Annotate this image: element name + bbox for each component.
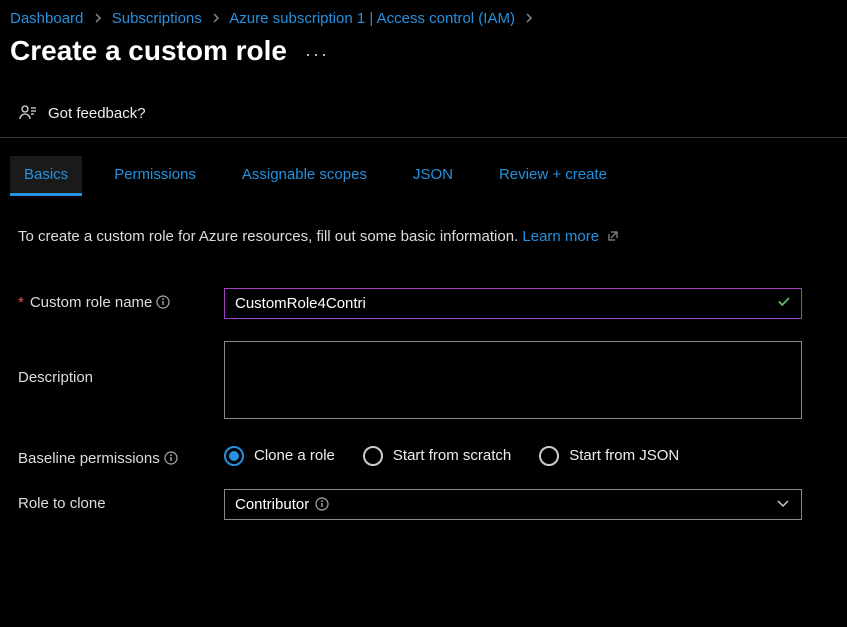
feedback-icon: [18, 103, 38, 123]
feedback-bar[interactable]: Got feedback?: [0, 85, 847, 138]
title-row: Create a custom role ···: [0, 33, 847, 85]
label-role-to-clone: Role to clone: [18, 489, 224, 512]
info-icon[interactable]: [164, 451, 178, 465]
radio-start-json-label: Start from JSON: [569, 447, 679, 464]
role-to-clone-select[interactable]: Contributor: [224, 489, 802, 520]
radio-icon: [363, 446, 383, 466]
external-link-icon: [607, 229, 619, 246]
chevron-right-icon: [212, 12, 220, 26]
page-title: Create a custom role: [10, 35, 287, 67]
tab-review-create[interactable]: Review + create: [485, 156, 621, 196]
label-baseline-text: Baseline permissions: [18, 450, 160, 467]
learn-more-link[interactable]: Learn more: [522, 228, 599, 245]
label-role-name: * Custom role name: [18, 288, 224, 311]
role-to-clone-select-wrap: Contributor: [224, 489, 802, 520]
feedback-label: Got feedback?: [48, 105, 146, 122]
breadcrumb-access-control[interactable]: Azure subscription 1 | Access control (I…: [229, 10, 515, 27]
chevron-right-icon: [94, 12, 102, 26]
form-area: * Custom role name Description: [18, 288, 829, 520]
radio-start-scratch[interactable]: Start from scratch: [363, 446, 511, 466]
intro-text: To create a custom role for Azure resour…: [18, 228, 829, 246]
info-icon[interactable]: [156, 295, 170, 309]
checkmark-icon: [776, 294, 792, 313]
radio-clone-role-label: Clone a role: [254, 447, 335, 464]
more-options-button[interactable]: ···: [305, 38, 329, 65]
role-name-input-wrap: [224, 288, 802, 319]
tab-permissions[interactable]: Permissions: [100, 156, 210, 196]
label-description-text: Description: [18, 369, 93, 386]
breadcrumb-subscriptions[interactable]: Subscriptions: [112, 10, 202, 27]
required-star-icon: *: [18, 294, 24, 311]
tab-json[interactable]: JSON: [399, 156, 467, 196]
radio-start-json[interactable]: Start from JSON: [539, 446, 679, 466]
description-input[interactable]: [224, 341, 802, 419]
role-name-input[interactable]: [224, 288, 802, 319]
tab-assignable-scopes[interactable]: Assignable scopes: [228, 156, 381, 196]
form-row-description: Description: [18, 341, 829, 422]
radio-start-scratch-label: Start from scratch: [393, 447, 511, 464]
breadcrumb-dashboard[interactable]: Dashboard: [10, 10, 83, 27]
form-row-baseline: Baseline permissions Clone a role Start …: [18, 444, 829, 467]
intro-text-body: To create a custom role for Azure resour…: [18, 228, 518, 245]
tab-basics[interactable]: Basics: [10, 156, 82, 196]
role-to-clone-value: Contributor: [235, 496, 309, 513]
label-baseline: Baseline permissions: [18, 444, 224, 467]
radio-icon: [539, 446, 559, 466]
tab-content: To create a custom role for Azure resour…: [0, 196, 847, 520]
info-icon[interactable]: [315, 497, 329, 511]
form-row-role-to-clone: Role to clone Contributor: [18, 489, 829, 520]
radio-clone-role[interactable]: Clone a role: [224, 446, 335, 466]
label-role-to-clone-text: Role to clone: [18, 495, 106, 512]
tabs: Basics Permissions Assignable scopes JSO…: [0, 138, 847, 196]
breadcrumb: Dashboard Subscriptions Azure subscripti…: [0, 0, 847, 33]
chevron-right-icon: [525, 12, 533, 26]
baseline-radio-group: Clone a role Start from scratch Start fr…: [224, 444, 802, 466]
label-description: Description: [18, 341, 224, 386]
label-role-name-text: Custom role name: [30, 294, 153, 311]
radio-icon: [224, 446, 244, 466]
chevron-down-icon: [776, 496, 790, 512]
form-row-role-name: * Custom role name: [18, 288, 829, 319]
